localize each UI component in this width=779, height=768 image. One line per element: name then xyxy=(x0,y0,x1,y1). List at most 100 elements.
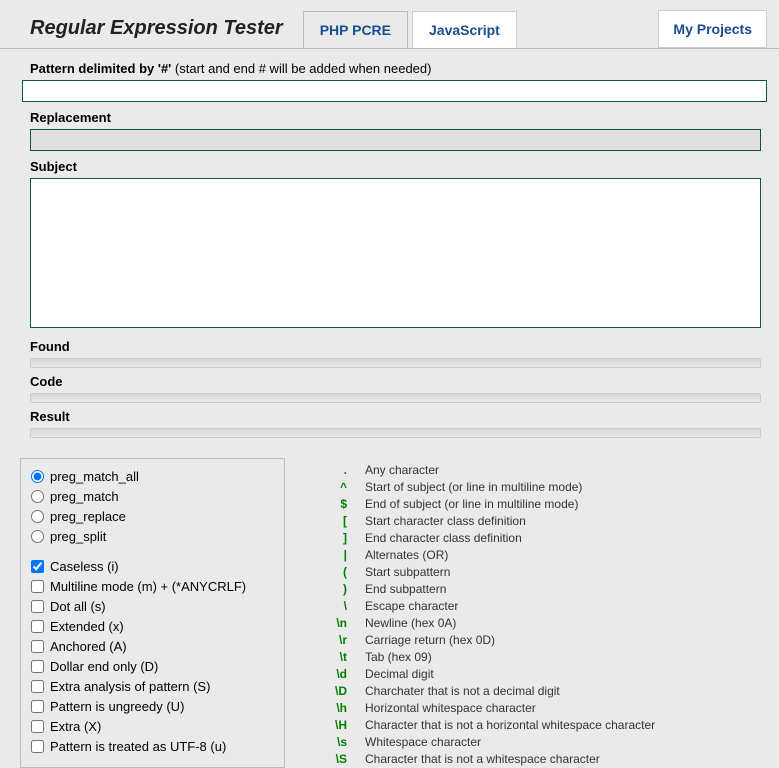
cheat-symbol: \r xyxy=(325,632,365,649)
cheat-desc: Decimal digit xyxy=(365,666,767,683)
cheat-desc: Whitespace character xyxy=(365,734,767,751)
replacement-input[interactable] xyxy=(30,129,761,151)
tab-javascript[interactable]: JavaScript xyxy=(412,11,517,48)
cheat-symbol: ] xyxy=(325,530,365,547)
opt-anchored[interactable]: Anchored (A) xyxy=(31,639,274,654)
label-ungreedy: Pattern is ungreedy (U) xyxy=(50,699,184,714)
cheat-desc: End of subject (or line in multiline mod… xyxy=(365,496,767,513)
tab-strip: PHP PCRE JavaScript xyxy=(303,11,517,48)
cheat-desc: Carriage return (hex 0D) xyxy=(365,632,767,649)
code-output-bar xyxy=(30,393,761,403)
radio-preg-split[interactable] xyxy=(31,530,44,543)
cheat-desc: Charchater that is not a decimal digit xyxy=(365,683,767,700)
checkbox-multiline[interactable] xyxy=(31,580,44,593)
replacement-label: Replacement xyxy=(30,110,761,125)
subject-input[interactable] xyxy=(30,178,761,328)
cheat-row: ]End character class definition xyxy=(325,530,767,547)
opt-ungreedy[interactable]: Pattern is ungreedy (U) xyxy=(31,699,274,714)
cheat-symbol: \s xyxy=(325,734,365,751)
pattern-hint: (start and end # will be added when need… xyxy=(171,61,431,76)
cheat-symbol: \n xyxy=(325,615,365,632)
options-panel: preg_match_all preg_match preg_replace p… xyxy=(20,458,285,768)
radio-preg-replace[interactable] xyxy=(31,510,44,523)
lower-columns: preg_match_all preg_match preg_replace p… xyxy=(0,452,779,768)
cheat-symbol: \ xyxy=(325,598,365,615)
pattern-label-text: Pattern delimited by '#' xyxy=(30,61,171,76)
cheat-row: \DCharchater that is not a decimal digit xyxy=(325,683,767,700)
cheat-desc: Any character xyxy=(365,462,767,479)
cheat-symbol: \H xyxy=(325,717,365,734)
cheat-row: \hHorizontal whitespace character xyxy=(325,700,767,717)
func-preg-split[interactable]: preg_split xyxy=(31,529,274,544)
tab-php-pcre[interactable]: PHP PCRE xyxy=(303,11,408,48)
my-projects-button[interactable]: My Projects xyxy=(658,10,767,48)
cheat-desc: Tab (hex 09) xyxy=(365,649,767,666)
opt-dollar[interactable]: Dollar end only (D) xyxy=(31,659,274,674)
label-utf8: Pattern is treated as UTF-8 (u) xyxy=(50,739,226,754)
opt-dotall[interactable]: Dot all (s) xyxy=(31,599,274,614)
cheat-symbol: \S xyxy=(325,751,365,768)
checkbox-dollar[interactable] xyxy=(31,660,44,673)
cheat-symbol: . xyxy=(325,462,365,479)
found-label: Found xyxy=(30,339,761,354)
cheat-row: )End subpattern xyxy=(325,581,767,598)
label-dollar: Dollar end only (D) xyxy=(50,659,158,674)
checkbox-extra[interactable] xyxy=(31,720,44,733)
cheat-symbol: ^ xyxy=(325,479,365,496)
radio-preg-match-all[interactable] xyxy=(31,470,44,483)
cheat-symbol: \d xyxy=(325,666,365,683)
cheat-row: \dDecimal digit xyxy=(325,666,767,683)
label-dotall: Dot all (s) xyxy=(50,599,106,614)
cheat-desc: End character class definition xyxy=(365,530,767,547)
cheat-symbol: \h xyxy=(325,700,365,717)
checkbox-extra-analysis[interactable] xyxy=(31,680,44,693)
cheat-symbol: [ xyxy=(325,513,365,530)
cheat-row: ^Start of subject (or line in multiline … xyxy=(325,479,767,496)
cheat-row: \HCharacter that is not a horizontal whi… xyxy=(325,717,767,734)
cheat-symbol: ) xyxy=(325,581,365,598)
cheat-row: \sWhitespace character xyxy=(325,734,767,751)
checkbox-utf8[interactable] xyxy=(31,740,44,753)
opt-utf8[interactable]: Pattern is treated as UTF-8 (u) xyxy=(31,739,274,754)
label-caseless: Caseless (i) xyxy=(50,559,119,574)
result-label: Result xyxy=(30,409,761,424)
checkbox-caseless[interactable] xyxy=(31,560,44,573)
cheat-desc: End subpattern xyxy=(365,581,767,598)
main-panel: Pattern delimited by '#' (start and end … xyxy=(0,48,779,452)
header-bar: Regular Expression Tester PHP PCRE JavaS… xyxy=(0,0,779,48)
result-output-bar xyxy=(30,428,761,438)
checkbox-anchored[interactable] xyxy=(31,640,44,653)
cheat-desc: Newline (hex 0A) xyxy=(365,615,767,632)
cheat-desc: Start character class definition xyxy=(365,513,767,530)
cheat-symbol: \t xyxy=(325,649,365,666)
checkbox-dotall[interactable] xyxy=(31,600,44,613)
cheat-symbol: ( xyxy=(325,564,365,581)
func-preg-replace[interactable]: preg_replace xyxy=(31,509,274,524)
cheat-row: \SCharacter that is not a whitespace cha… xyxy=(325,751,767,768)
label-preg-split: preg_split xyxy=(50,529,106,544)
cheat-row: \tTab (hex 09) xyxy=(325,649,767,666)
cheat-desc: Start of subject (or line in multiline m… xyxy=(365,479,767,496)
opt-caseless[interactable]: Caseless (i) xyxy=(31,559,274,574)
radio-preg-match[interactable] xyxy=(31,490,44,503)
cheat-row: .Any character xyxy=(325,462,767,479)
page-title: Regular Expression Tester xyxy=(30,17,283,48)
subject-label: Subject xyxy=(30,159,761,174)
func-preg-match[interactable]: preg_match xyxy=(31,489,274,504)
opt-extra-analysis[interactable]: Extra analysis of pattern (S) xyxy=(31,679,274,694)
label-multiline: Multiline mode (m) + (*ANYCRLF) xyxy=(50,579,246,594)
cheat-symbol: $ xyxy=(325,496,365,513)
opt-extended[interactable]: Extended (x) xyxy=(31,619,274,634)
pattern-input[interactable] xyxy=(22,80,767,102)
cheatsheet: .Any character^Start of subject (or line… xyxy=(325,458,767,768)
code-label: Code xyxy=(30,374,761,389)
opt-extra[interactable]: Extra (X) xyxy=(31,719,274,734)
opt-multiline[interactable]: Multiline mode (m) + (*ANYCRLF) xyxy=(31,579,274,594)
cheat-desc: Character that is not a whitespace chara… xyxy=(365,751,767,768)
cheat-row: |Alternates (OR) xyxy=(325,547,767,564)
found-output-bar xyxy=(30,358,761,368)
checkbox-ungreedy[interactable] xyxy=(31,700,44,713)
func-preg-match-all[interactable]: preg_match_all xyxy=(31,469,274,484)
label-preg-match-all: preg_match_all xyxy=(50,469,139,484)
checkbox-extended[interactable] xyxy=(31,620,44,633)
